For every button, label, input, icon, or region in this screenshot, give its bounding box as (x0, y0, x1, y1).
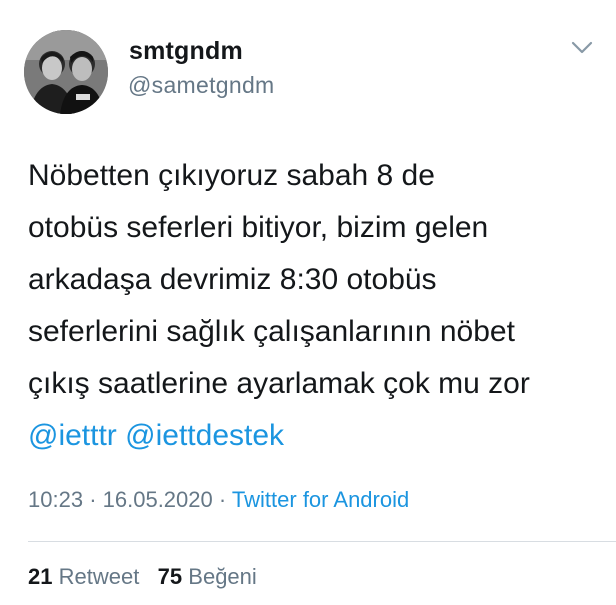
avatar-photo (24, 30, 108, 114)
meta-separator: · (89, 487, 97, 512)
tweet-line: çıkış saatlerine ayarlamak çok mu zor (28, 367, 530, 400)
tweet-stats: 21 Retweet 75 Beğeni (28, 564, 257, 590)
tweet-date[interactable]: 16.05.2020 (103, 487, 213, 512)
divider (28, 541, 616, 542)
like-count: 75 (157, 564, 183, 589)
tweet-text: Nöbetten çıkıyoruz sabah 8 de otobüs sef… (28, 150, 598, 462)
meta-separator: · (218, 487, 227, 512)
avatar[interactable] (24, 30, 108, 114)
chevron-down-icon[interactable] (570, 40, 594, 56)
mention-link-ietttr[interactable]: @ietttr (28, 419, 117, 452)
tweet-line: arkadaşa devrimiz 8:30 otobüs (28, 263, 437, 296)
retweet-label: Retweet (58, 564, 140, 589)
retweet-count: 21 (28, 564, 53, 589)
like-stat[interactable]: 75 Beğeni (158, 564, 257, 589)
tweet-source-link[interactable]: Twitter for Android (232, 487, 409, 512)
tweet-line: otobüs seferleri bitiyor, bizim gelen (28, 211, 489, 244)
mention-line: @ietttr @iettdestek (28, 410, 598, 462)
display-name[interactable]: smtgndm (129, 37, 243, 66)
tweet-time[interactable]: 10:23 (28, 487, 83, 512)
like-label: Beğeni (188, 564, 257, 589)
tweet-line: seferlerini sağlık çalışanlarının nöbet (28, 315, 515, 348)
retweet-stat[interactable]: 21 Retweet (28, 564, 139, 589)
tweet-card: smtgndm @sametgndm Nöbetten çıkıyoruz sa… (0, 0, 616, 605)
tweet-line: Nöbetten çıkıyoruz sabah 8 de (28, 159, 435, 192)
user-handle[interactable]: @sametgndm (128, 72, 275, 99)
mention-link-iettdestek[interactable]: @iettdestek (125, 419, 284, 452)
tweet-meta: 10:23 · 16.05.2020 · Twitter for Android (28, 487, 409, 513)
